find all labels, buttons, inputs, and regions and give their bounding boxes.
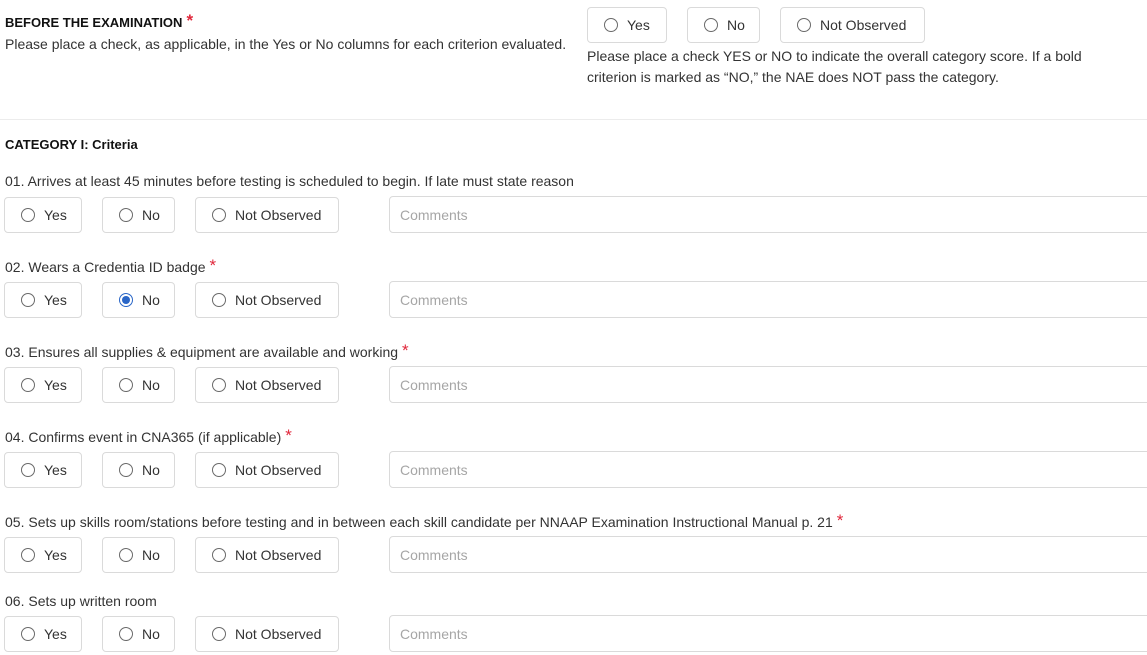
radio-icon[interactable] [21,463,35,477]
section-title: BEFORE THE EXAMINATION * [5,11,194,32]
radio-icon[interactable] [119,208,133,222]
option-label: Not Observed [820,17,907,33]
option-label: Yes [44,626,67,642]
radio-icon[interactable] [119,627,133,641]
section-divider [0,119,1147,120]
option-label: Yes [44,377,67,393]
criterion-5-radio-group: Yes No Not Observed [4,537,359,573]
option-label: No [142,207,160,223]
criterion-label-3: 03. Ensures all supplies & equipment are… [5,341,409,362]
criterion-5-not-observed-option[interactable]: Not Observed [195,537,339,573]
criterion-text: 04. Confirms event in CNA365 (if applica… [5,429,282,445]
criterion-text: 03. Ensures all supplies & equipment are… [5,344,399,360]
option-label: Not Observed [235,292,322,308]
criterion-2-yes-option[interactable]: Yes [4,282,82,318]
criterion-label-4: 04. Confirms event in CNA365 (if applica… [5,426,292,447]
radio-icon[interactable] [704,18,718,32]
criterion-6-no-option[interactable]: No [102,616,175,652]
criterion-1-radio-group: Yes No Not Observed [4,197,359,233]
criterion-2-no-option[interactable]: No [102,282,175,318]
radio-icon[interactable] [212,627,226,641]
section-description: Please place a check, as applicable, in … [5,36,567,52]
criterion-4-no-option[interactable]: No [102,452,175,488]
radio-icon[interactable] [21,208,35,222]
overall-score-radio-group: Yes No Not Observed [587,7,945,43]
criterion-5-no-option[interactable]: No [102,537,175,573]
option-label: No [142,292,160,308]
criterion-1-no-option[interactable]: No [102,197,175,233]
criterion-2-not-observed-option[interactable]: Not Observed [195,282,339,318]
overall-not-observed-option[interactable]: Not Observed [780,7,925,43]
category-title: CATEGORY I: Criteria [5,137,138,152]
option-label: Yes [44,462,67,478]
criterion-text: 01. Arrives at least 45 minutes before t… [5,173,574,189]
radio-icon[interactable] [119,463,133,477]
option-label: Yes [44,292,67,308]
criterion-2-comments-input[interactable] [389,281,1147,318]
radio-icon[interactable] [212,208,226,222]
required-asterisk: * [402,341,409,360]
criterion-6-yes-option[interactable]: Yes [4,616,82,652]
option-label: No [142,626,160,642]
radio-icon[interactable] [21,548,35,562]
option-label: Not Observed [235,207,322,223]
criterion-6-radio-group: Yes No Not Observed [4,616,359,652]
required-asterisk: * [209,256,217,275]
option-label: No [727,17,745,33]
criterion-2-radio-group: Yes No Not Observed [4,282,359,318]
radio-icon[interactable] [119,548,133,562]
radio-icon[interactable] [212,293,226,307]
option-label: No [142,547,160,563]
option-label: No [142,462,160,478]
criterion-1-not-observed-option[interactable]: Not Observed [195,197,339,233]
criterion-label-5: 05. Sets up skills room/stations before … [5,511,844,532]
criterion-4-not-observed-option[interactable]: Not Observed [195,452,339,488]
criterion-3-no-option[interactable]: No [102,367,175,403]
criterion-text: 06. Sets up written room [5,593,157,609]
criterion-5-comments-input[interactable] [389,536,1147,573]
option-label: Not Observed [235,462,322,478]
overall-yes-option[interactable]: Yes [587,7,667,43]
section-title-text: BEFORE THE EXAMINATION [5,15,183,30]
criterion-text: 05. Sets up skills room/stations before … [5,514,833,530]
radio-icon[interactable] [212,548,226,562]
criterion-4-comments-input[interactable] [389,451,1147,488]
radio-icon[interactable] [21,627,35,641]
option-label: Yes [44,207,67,223]
overall-no-option[interactable]: No [687,7,760,43]
radio-icon[interactable] [119,378,133,392]
option-label: Not Observed [235,547,322,563]
criterion-text: 02. Wears a Credentia ID badge [5,259,206,275]
criterion-3-comments-input[interactable] [389,366,1147,403]
criterion-3-yes-option[interactable]: Yes [4,367,82,403]
criterion-1-yes-option[interactable]: Yes [4,197,82,233]
criterion-label-6: 06. Sets up written room [5,593,157,609]
criterion-4-yes-option[interactable]: Yes [4,452,82,488]
criterion-label-1: 01. Arrives at least 45 minutes before t… [5,173,574,189]
radio-icon[interactable] [797,18,811,32]
criterion-6-comments-input[interactable] [389,615,1147,652]
radio-icon[interactable] [212,463,226,477]
overall-score-note: Please place a check YES or NO to indica… [587,48,1082,85]
criterion-4-radio-group: Yes No Not Observed [4,452,359,488]
radio-icon[interactable] [21,293,35,307]
criterion-3-radio-group: Yes No Not Observed [4,367,359,403]
criterion-5-yes-option[interactable]: Yes [4,537,82,573]
required-asterisk: * [186,11,194,30]
option-label: Yes [627,17,650,33]
criterion-1-comments-input[interactable] [389,196,1147,233]
required-asterisk: * [285,426,292,445]
radio-checked-icon[interactable] [119,293,133,307]
radio-icon[interactable] [21,378,35,392]
radio-icon[interactable] [604,18,618,32]
option-label: Not Observed [235,377,322,393]
radio-icon[interactable] [212,378,226,392]
option-label: Not Observed [235,626,322,642]
required-asterisk: * [836,511,844,530]
option-label: Yes [44,547,67,563]
criterion-6-not-observed-option[interactable]: Not Observed [195,616,339,652]
criterion-3-not-observed-option[interactable]: Not Observed [195,367,339,403]
option-label: No [142,377,160,393]
criterion-label-2: 02. Wears a Credentia ID badge * [5,256,217,277]
